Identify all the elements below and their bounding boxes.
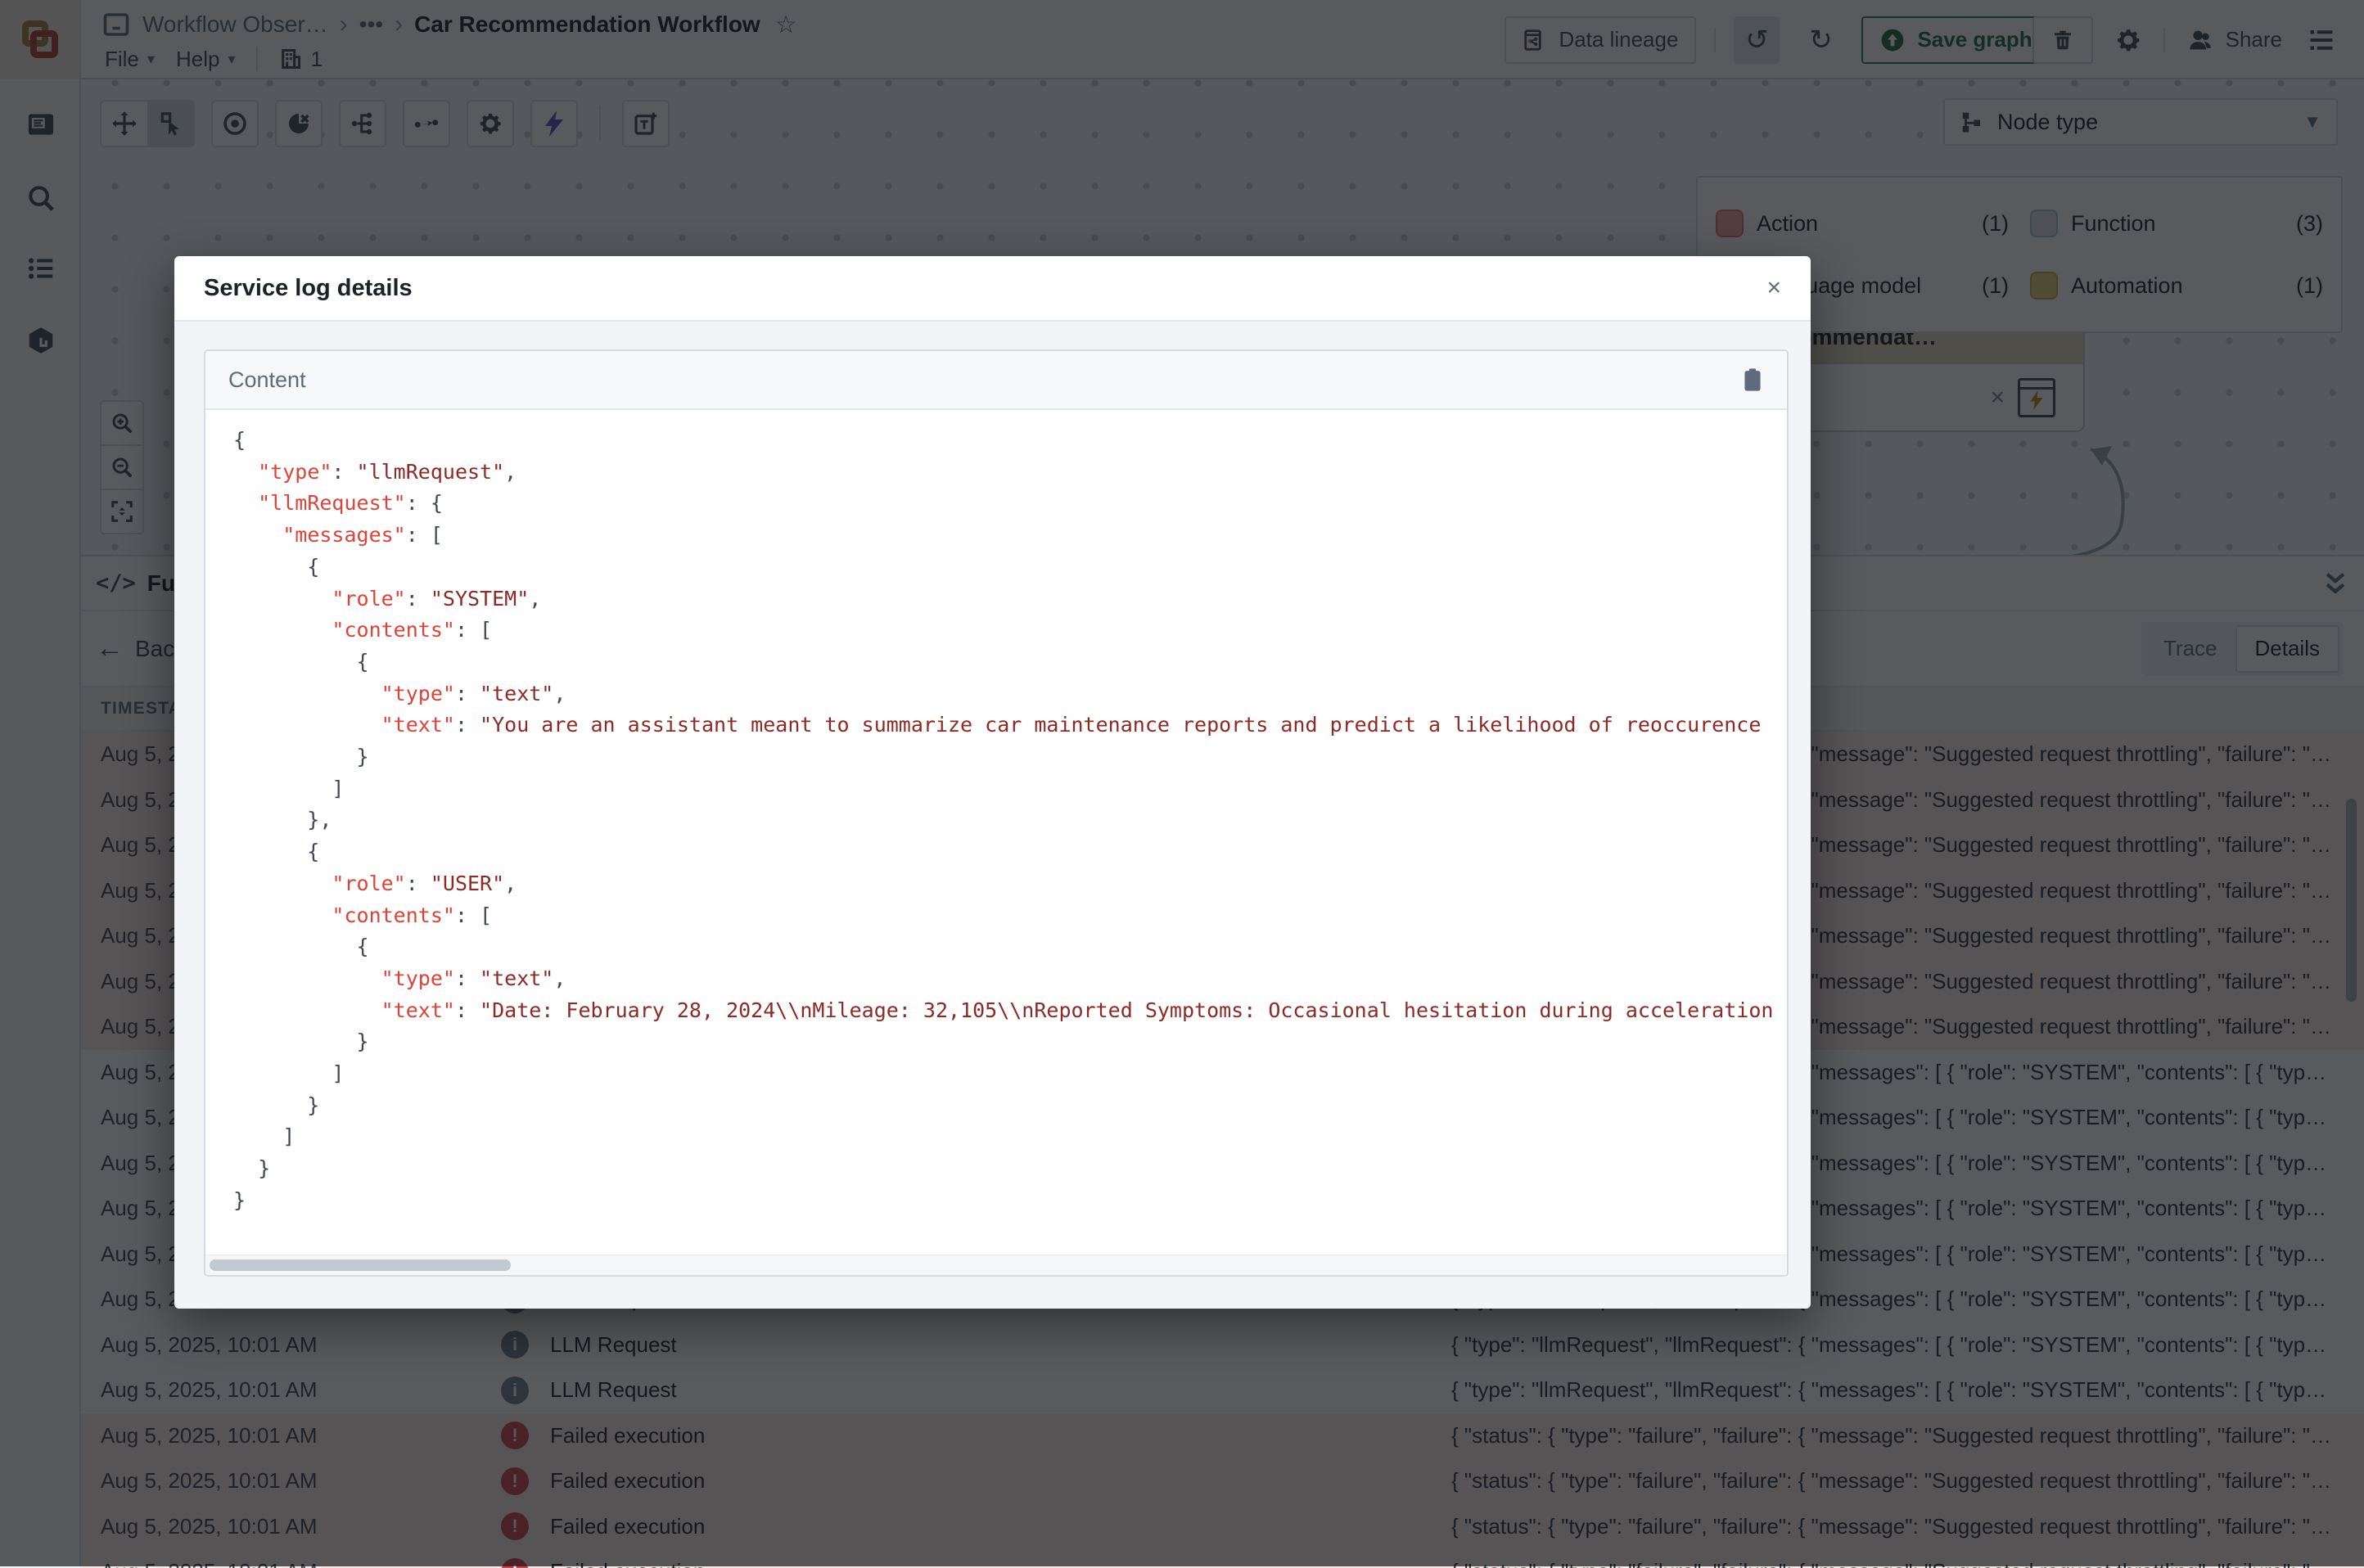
code-line: } [233, 1185, 1787, 1217]
content-label: Content [228, 367, 306, 393]
code-line: }, [233, 804, 1787, 836]
code-line: { [233, 552, 1787, 583]
service-log-details-dialog: Service log details × Content { "type": … [174, 256, 1811, 1309]
code-line: "type": "text", [233, 678, 1787, 710]
code-line: { [233, 425, 1787, 457]
code-line: ] [233, 1121, 1787, 1153]
code-line: "llmRequest": { [233, 488, 1787, 520]
code-line: "role": "SYSTEM", [233, 583, 1787, 615]
close-icon[interactable]: × [1766, 274, 1781, 302]
code-line: { [233, 836, 1787, 868]
code-line: } [233, 1090, 1787, 1122]
code-line: ] [233, 1058, 1787, 1090]
code-line: "text": "Date: February 28, 2024\\nMilea… [233, 995, 1787, 1027]
dialog-title: Service log details [204, 275, 413, 302]
code-line: "text": "You are an assistant meant to s… [233, 710, 1787, 741]
content-card: Content { "type": "llmRequest", "llmRequ… [204, 349, 1789, 1277]
code-line: "role": "USER", [233, 868, 1787, 900]
json-code-view[interactable]: { "type": "llmRequest", "llmRequest": { … [205, 410, 1787, 1254]
dialog-body: Content { "type": "llmRequest", "llmRequ… [174, 322, 1811, 1309]
dialog-header: Service log details × [174, 256, 1811, 322]
code-line: "contents": [ [233, 900, 1787, 932]
code-line: "messages": [ [233, 520, 1787, 552]
code-horizontal-scrollbar[interactable] [205, 1255, 1787, 1275]
code-line: } [233, 1153, 1787, 1185]
code-line: ] [233, 773, 1787, 805]
code-line: } [233, 741, 1787, 773]
code-line: { [233, 931, 1787, 963]
code-line: } [233, 1026, 1787, 1058]
code-line: "type": "llmRequest", [233, 457, 1787, 489]
scrollbar-thumb[interactable] [210, 1259, 511, 1271]
code-line: { [233, 647, 1787, 678]
content-card-header: Content [205, 351, 1787, 410]
copy-to-clipboard-button[interactable] [1741, 367, 1764, 392]
clipboard-icon [1741, 367, 1764, 392]
code-line: "contents": [ [233, 615, 1787, 647]
code-line: "type": "text", [233, 963, 1787, 995]
